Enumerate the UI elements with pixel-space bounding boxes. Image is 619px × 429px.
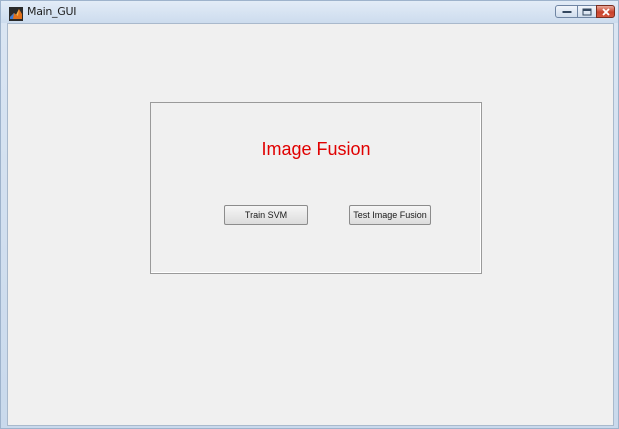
close-button[interactable] [596,5,615,18]
train-svm-button[interactable]: Train SVM [224,205,308,225]
caption-buttons [555,5,615,19]
title-bar[interactable]: Main_GUI [1,1,618,23]
matlab-icon [9,6,23,21]
page-title: Image Fusion [261,139,371,159]
main-panel: Image Fusion Train SVM Test Image Fusion [150,102,482,274]
minimize-icon [562,10,571,13]
maximize-button[interactable] [577,5,597,18]
figure-client-area: Image Fusion Train SVM Test Image Fusion [7,23,614,426]
maximize-icon [582,8,592,15]
close-icon [601,8,610,15]
main-gui-window: Main_GUI Image Fusion Train SVM Test Ima… [0,0,619,429]
test-image-fusion-button[interactable]: Test Image Fusion [349,205,431,225]
window-title: Main_GUI [27,5,77,18]
minimize-button[interactable] [555,5,578,18]
